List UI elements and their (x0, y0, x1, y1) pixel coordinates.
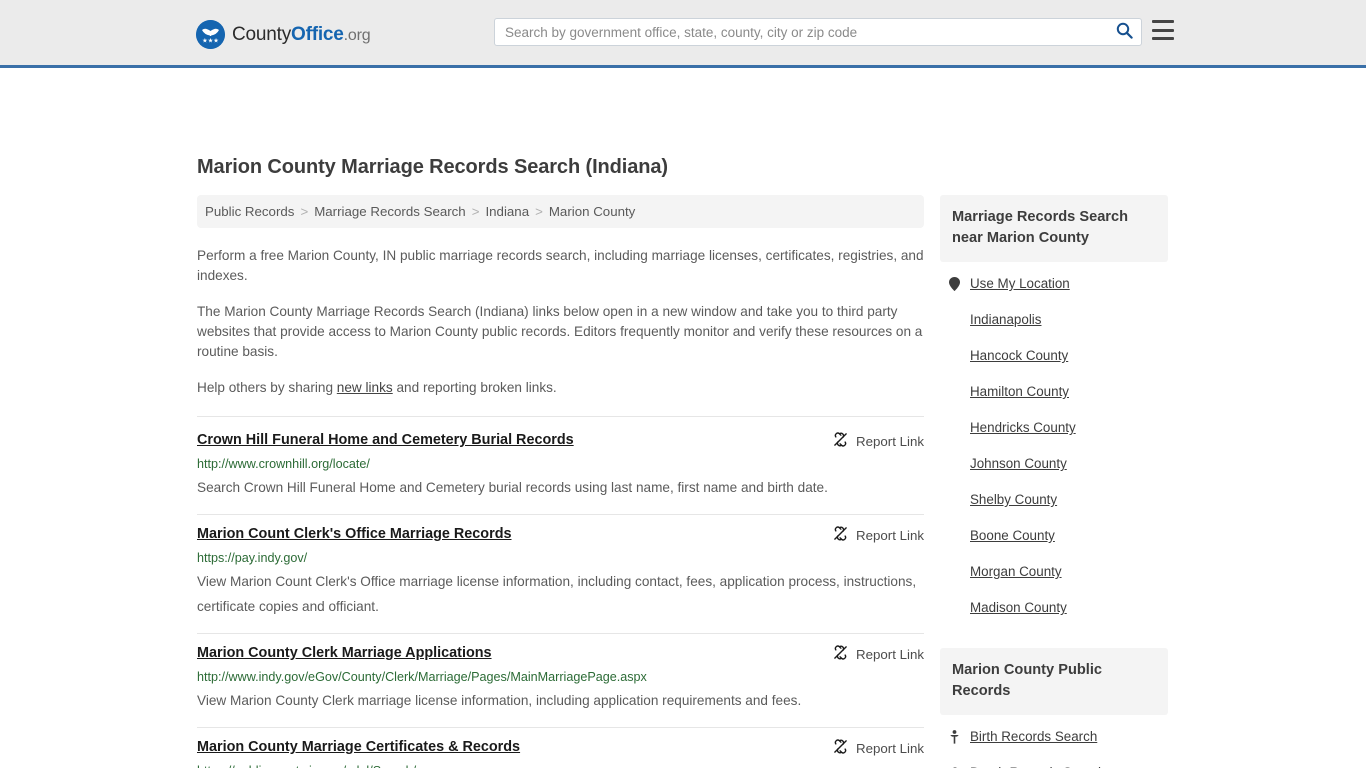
sidebar-link-hendricks-county[interactable]: Hendricks County (970, 420, 1076, 436)
search-input[interactable] (495, 19, 1107, 45)
result-description: Search Crown Hill Funeral Home and Cemet… (197, 480, 828, 495)
result-header: Marion County Clerk Marriage Application… (197, 644, 924, 663)
result-description: View Marion Count Clerk's Office marriag… (197, 574, 917, 614)
sidebar-link-madison-county[interactable]: Madison County (970, 600, 1067, 616)
search-bar[interactable] (494, 18, 1142, 46)
sidebar-link-shelby-county[interactable]: Shelby County (970, 492, 1057, 508)
result-description: View Marion County Clerk marriage licens… (197, 693, 802, 708)
report-link-button[interactable]: Report Link (833, 645, 924, 663)
sidebar: Marriage Records Search near Marion Coun… (940, 195, 1168, 768)
sidebar-item-morgan-county[interactable]: Morgan County (940, 554, 1168, 590)
intro-paragraph-2: The Marion County Marriage Records Searc… (197, 304, 923, 359)
report-link-button[interactable]: Report Link (833, 526, 924, 544)
intro-text: Perform a free Marion County, IN public … (197, 246, 924, 398)
sidebar-link-johnson-county[interactable]: Johnson County (970, 456, 1067, 472)
breadcrumb: Public Records > Marriage Records Search > I… (197, 195, 924, 228)
sidebar-item-madison-county[interactable]: Madison County (940, 590, 1168, 626)
broken-link-icon (833, 526, 848, 544)
map-pin-icon (948, 277, 961, 291)
sidebar-heading-public-records: Marion County Public Records (940, 648, 1168, 715)
sidebar-link-indianapolis[interactable]: Indianapolis (970, 312, 1041, 328)
share-text-after: and reporting broken links. (392, 380, 557, 395)
result-title-link[interactable]: Marion County Clerk Marriage Application… (197, 644, 492, 662)
sidebar-item-birth-records[interactable]: Birth Records Search (940, 719, 1168, 755)
page-body: Marion County Marriage Records Search (I… (0, 68, 1366, 768)
sidebar-link-birth-records[interactable]: Birth Records Search (970, 729, 1097, 745)
result-title-link[interactable]: Marion Count Clerk's Office Marriage Rec… (197, 525, 512, 543)
result-url[interactable]: https://public.courts.in.gov/mlpl/Search… (197, 764, 924, 768)
brand-part-county: County (232, 24, 292, 45)
county-office-emblem-icon: ★★★ (196, 20, 225, 49)
baby-icon (948, 730, 961, 744)
breadcrumb-separator: > (471, 204, 480, 219)
report-link-button[interactable]: Report Link (833, 739, 924, 757)
site-logo[interactable]: ★★★ CountyOffice.org (196, 20, 371, 49)
report-link-label: Report Link (856, 527, 924, 543)
report-link-label: Report Link (856, 433, 924, 449)
result-item: Marion Count Clerk's Office Marriage Rec… (197, 515, 924, 634)
result-header: Marion County Marriage Certificates & Re… (197, 738, 924, 757)
result-header: Crown Hill Funeral Home and Cemetery Bur… (197, 431, 924, 450)
result-header: Marion Count Clerk's Office Marriage Rec… (197, 525, 924, 544)
sidebar-link-morgan-county[interactable]: Morgan County (970, 564, 1062, 580)
sidebar-item-use-my-location[interactable]: Use My Location (940, 266, 1168, 302)
sidebar-item-hancock-county[interactable]: Hancock County (940, 338, 1168, 374)
page-title: Marion County Marriage Records Search (I… (197, 156, 668, 178)
breadcrumb-separator: > (300, 204, 309, 219)
hamburger-bar-1 (1152, 20, 1174, 23)
report-link-button[interactable]: Report Link (833, 432, 924, 450)
result-item: Crown Hill Funeral Home and Cemetery Bur… (197, 416, 924, 515)
breadcrumb-item-3[interactable]: Marion County (549, 204, 635, 219)
result-item: Marion County Marriage Certificates & Re… (197, 728, 924, 768)
report-link-label: Report Link (856, 740, 924, 756)
search-icon (1116, 22, 1133, 42)
share-text-before: Help others by sharing (197, 380, 337, 395)
sidebar-item-hamilton-county[interactable]: Hamilton County (940, 374, 1168, 410)
menu-button[interactable] (1152, 20, 1174, 40)
result-url[interactable]: http://www.indy.gov/eGov/County/Clerk/Ma… (197, 670, 924, 685)
result-title-link[interactable]: Marion County Marriage Certificates & Re… (197, 738, 520, 756)
sidebar-link-hancock-county[interactable]: Hancock County (970, 348, 1068, 364)
intro-paragraph-3: Help others by sharing new links and rep… (197, 378, 924, 398)
breadcrumb-item-1[interactable]: Marriage Records Search (314, 204, 466, 219)
sidebar-item-indianapolis[interactable]: Indianapolis (940, 302, 1168, 338)
sidebar-item-boone-county[interactable]: Boone County (940, 518, 1168, 554)
sidebar-item-johnson-county[interactable]: Johnson County (940, 446, 1168, 482)
brand-part-office: Office (291, 24, 344, 45)
broken-link-icon (833, 645, 848, 663)
breadcrumb-item-2[interactable]: Indiana (485, 204, 529, 219)
intro-paragraph-1: Perform a free Marion County, IN public … (197, 248, 924, 283)
hamburger-bar-2 (1152, 28, 1174, 32)
sidebar-heading-nearby: Marriage Records Search near Marion Coun… (940, 195, 1168, 262)
hamburger-bar-3 (1152, 37, 1174, 40)
new-links-link[interactable]: new links (337, 380, 393, 395)
svg-text:★★★: ★★★ (202, 37, 219, 44)
sidebar-item-hendricks-county[interactable]: Hendricks County (940, 410, 1168, 446)
sidebar-public-records-list: Birth Records Search Death Records Searc… (940, 719, 1168, 768)
sidebar-item-shelby-county[interactable]: Shelby County (940, 482, 1168, 518)
result-url[interactable]: https://pay.indy.gov/ (197, 551, 924, 566)
brand-part-org: .org (343, 27, 371, 44)
main-content: Public Records > Marriage Records Search > I… (197, 195, 924, 768)
result-item: Marion County Clerk Marriage Application… (197, 634, 924, 728)
sidebar-item-death-records[interactable]: Death Records Search (940, 755, 1168, 768)
report-link-label: Report Link (856, 646, 924, 662)
results-list: Crown Hill Funeral Home and Cemetery Bur… (197, 416, 924, 768)
broken-link-icon (833, 432, 848, 450)
broken-link-icon (833, 739, 848, 757)
sidebar-link-use-my-location[interactable]: Use My Location (970, 276, 1070, 292)
result-title-link[interactable]: Crown Hill Funeral Home and Cemetery Bur… (197, 431, 574, 449)
site-header: ★★★ CountyOffice.org (0, 0, 1366, 68)
breadcrumb-separator: > (535, 204, 543, 219)
brand-wordmark: CountyOffice.org (232, 24, 371, 45)
sidebar-nearby-list: Use My Location Indianapolis Hancock Cou… (940, 266, 1168, 626)
sidebar-link-hamilton-county[interactable]: Hamilton County (970, 384, 1069, 400)
search-button[interactable] (1107, 19, 1141, 45)
breadcrumb-item-0[interactable]: Public Records (205, 204, 294, 219)
result-url[interactable]: http://www.crownhill.org/locate/ (197, 457, 924, 472)
sidebar-link-boone-county[interactable]: Boone County (970, 528, 1055, 544)
